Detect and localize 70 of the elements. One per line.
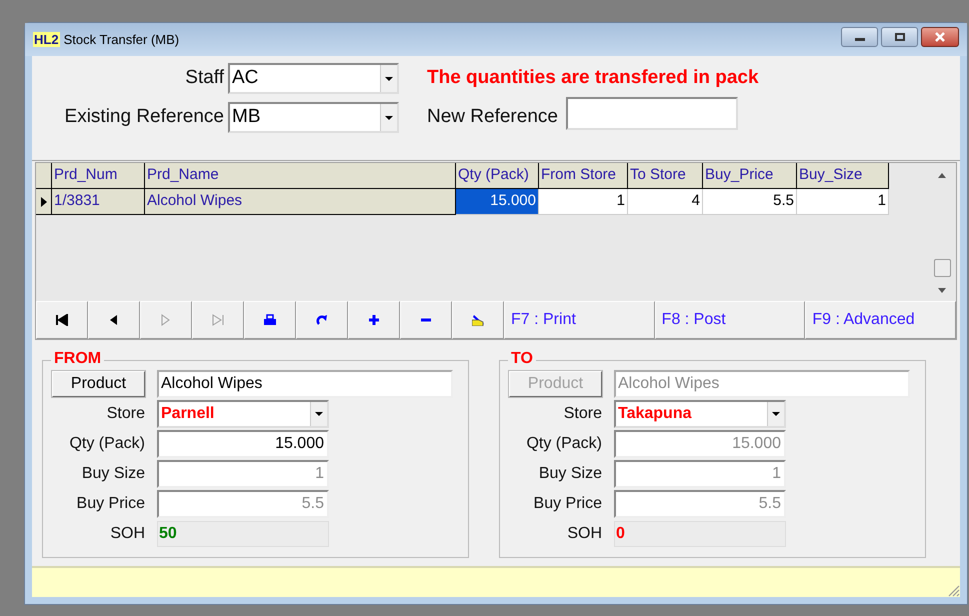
row-indicator[interactable] <box>36 189 52 215</box>
field-label: Staff <box>184 66 224 90</box>
function-key-button[interactable]: F7 : Print <box>504 301 655 339</box>
hand-pen-icon <box>472 314 484 326</box>
table-cell: Alcohol Wipes <box>145 189 456 215</box>
value-display: 50 <box>157 521 329 547</box>
table-cell: 1 <box>797 189 889 215</box>
column-header[interactable]: From Store <box>539 163 628 189</box>
notice-text: The quantities are transfered in pack <box>426 66 760 90</box>
field-label: SOH <box>566 524 602 544</box>
product-button[interactable]: Product <box>52 371 145 397</box>
field-label: Buy Size <box>80 464 145 484</box>
header-cell <box>36 163 52 189</box>
dropdown-field[interactable]: AC <box>228 63 399 94</box>
dropdown-field[interactable]: Parnell <box>157 400 329 428</box>
scroll-thumb[interactable] <box>934 259 951 277</box>
text-field[interactable]: Alcohol Wipes <box>157 370 453 398</box>
navigator-button[interactable] <box>36 301 88 339</box>
number-field: 15.000 <box>614 430 786 458</box>
number-field: 1 <box>614 460 786 488</box>
field-label: Qty (Pack) <box>68 434 145 454</box>
plus-icon <box>368 314 380 326</box>
printer-icon <box>264 314 276 326</box>
last-record-icon <box>212 314 224 326</box>
app-logo: HL2 <box>33 32 60 47</box>
field-label: Buy Price <box>532 494 602 514</box>
table-cell: 1 <box>539 189 628 215</box>
column-header[interactable]: Prd_Num <box>52 163 145 189</box>
first-record-icon <box>56 314 68 326</box>
maximize-button[interactable] <box>881 26 918 46</box>
dropdown-field[interactable]: Takapuna <box>614 400 786 428</box>
table-cell: 4 <box>628 189 703 215</box>
number-field: 1 <box>157 460 329 488</box>
column-header[interactable]: Prd_Name <box>145 163 456 189</box>
window-title: Stock Transfer (MB) <box>64 30 180 49</box>
product-button: Product <box>509 371 602 397</box>
value-display: 0 <box>614 521 786 547</box>
column-header[interactable]: Qty (Pack) <box>456 163 539 189</box>
column-header[interactable]: Buy_Size <box>797 163 889 189</box>
minimize-button[interactable] <box>841 26 878 46</box>
text-field[interactable] <box>566 97 738 130</box>
field-label: SOH <box>109 524 145 544</box>
field-label: Buy Size <box>538 464 602 484</box>
number-field: 5.5 <box>614 490 786 518</box>
refresh-icon <box>316 314 328 326</box>
field-label: Buy Price <box>76 494 145 514</box>
navigator-button[interactable] <box>244 301 296 339</box>
table-cell: 5.5 <box>703 189 797 215</box>
field-label: New Reference <box>427 105 558 130</box>
next-record-icon <box>160 314 172 326</box>
scroll-up-icon[interactable] <box>938 173 946 178</box>
function-key-button[interactable]: F8 : Post <box>654 301 806 339</box>
scroll-down-icon[interactable] <box>938 288 946 293</box>
number-field[interactable]: 15.000 <box>157 430 329 458</box>
table-cell: 1/3831 <box>52 189 145 215</box>
field-label: Store <box>106 404 145 424</box>
resize-grip-icon[interactable] <box>946 583 960 597</box>
column-header[interactable]: To Store <box>628 163 703 189</box>
close-icon <box>934 32 946 42</box>
table-cell: 15.000 <box>456 189 539 215</box>
previous-record-icon <box>108 314 120 326</box>
column-header[interactable]: Buy_Price <box>703 163 797 189</box>
field-label: Store <box>562 404 602 424</box>
number-field: 5.5 <box>157 490 329 518</box>
navigator-button[interactable] <box>348 301 400 339</box>
field-label: Existing Reference <box>64 105 224 130</box>
dropdown-field[interactable]: MB <box>228 102 399 133</box>
function-key-button[interactable]: F9 : Advanced <box>805 301 956 339</box>
close-button[interactable] <box>921 26 959 46</box>
field-label: Qty (Pack) <box>525 434 602 454</box>
